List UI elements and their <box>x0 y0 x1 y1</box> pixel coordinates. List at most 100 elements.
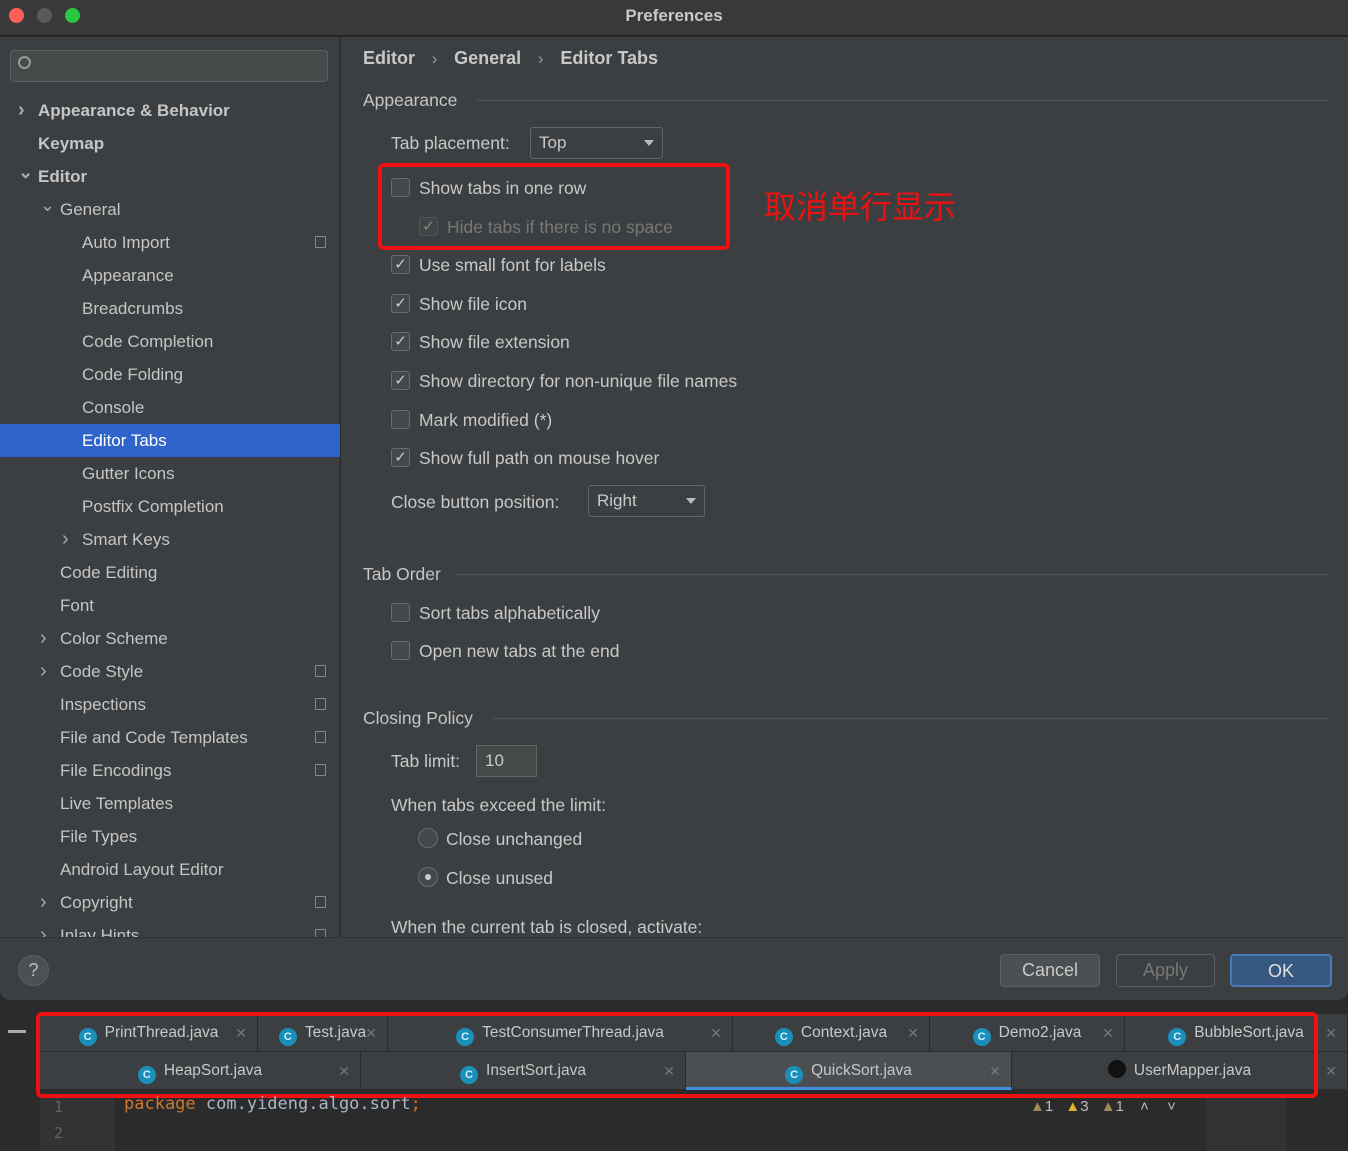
sidebar-item[interactable]: File Encodings <box>0 754 340 787</box>
breadcrumb-item[interactable]: Editor <box>363 48 415 68</box>
sidebar-item-label: File and Code Templates <box>60 728 248 747</box>
sidebar-item[interactable]: Breadcrumbs <box>0 292 340 325</box>
zoom-window-button[interactable] <box>65 8 80 23</box>
radio-close-unused[interactable]: Close unused <box>418 866 553 890</box>
annotation-box <box>36 1012 1318 1098</box>
checkbox-label: Show full path on mouse hover <box>419 448 660 468</box>
sidebar-item-label: Android Layout Editor <box>60 860 224 879</box>
sidebar-item[interactable]: › Code Style <box>0 655 340 688</box>
sidebar-item-label: Smart Keys <box>82 530 170 549</box>
sidebar-item-label: Color Scheme <box>60 629 168 648</box>
sidebar-item[interactable]: Postfix Completion <box>0 490 340 523</box>
checkbox-label: Open new tabs at the end <box>419 641 620 661</box>
option-checkbox[interactable]: ✓ Show directory for non-unique file name… <box>391 369 737 393</box>
sidebar-item[interactable]: Inspections <box>0 688 340 721</box>
chevron-down-icon[interactable]: ˅ <box>1167 1098 1176 1115</box>
help-button[interactable]: ? <box>18 955 49 986</box>
project-settings-icon <box>315 698 326 710</box>
option-checkbox[interactable]: Mark modified (*) <box>391 408 552 432</box>
sidebar-item[interactable]: Code Completion <box>0 325 340 358</box>
radio-label: Close unchanged <box>446 829 583 849</box>
checkbox-label: Show file icon <box>419 294 527 314</box>
sidebar-item[interactable]: File Types <box>0 820 340 853</box>
close-button-position-dropdown[interactable]: Right <box>588 485 705 517</box>
close-tab-icon[interactable]: ✕ <box>1325 1014 1337 1052</box>
chevron-right-icon[interactable]: › <box>40 622 47 655</box>
sidebar-item[interactable]: File and Code Templates <box>0 721 340 754</box>
chevron-right-icon[interactable]: › <box>40 886 47 919</box>
search-icon <box>18 56 31 69</box>
chevron-up-icon[interactable]: ˄ <box>1140 1098 1149 1115</box>
checkbox-label: Show directory for non-unique file names <box>419 371 738 391</box>
sidebar-item[interactable]: › Appearance & Behavior <box>0 94 340 127</box>
sidebar-item[interactable]: › Color Scheme <box>0 622 340 655</box>
sidebar-item-label: Editor Tabs <box>82 431 167 450</box>
sidebar-item[interactable]: Auto Import <box>0 226 340 259</box>
chevron-right-icon[interactable]: › <box>18 94 25 127</box>
sidebar-item[interactable]: Gutter Icons <box>0 457 340 490</box>
tab-limit-input[interactable]: 10 <box>476 745 537 777</box>
code-line[interactable]: package com.yideng.algo.sort; <box>124 1094 421 1114</box>
sidebar-item-label: General <box>60 200 121 219</box>
radio-close-unchanged[interactable]: Close unchanged <box>418 827 582 851</box>
option-checkbox[interactable]: ✓ Show full path on mouse hover <box>391 446 659 470</box>
inspection-widget[interactable]: ▲1 ▲3 ▲1 ˄ ˅ <box>1030 1098 1176 1115</box>
settings-search-input[interactable] <box>10 50 328 82</box>
editor-area: C PrintThread.java ✕ C Test.java ✕ C TestConsum… <box>0 1002 1348 1151</box>
checkbox[interactable]: ✓ <box>391 448 410 467</box>
project-settings-icon <box>315 665 326 677</box>
radio-button[interactable] <box>418 828 438 848</box>
sidebar-item[interactable]: ⌄ General <box>0 193 340 226</box>
sidebar-item-label: Gutter Icons <box>82 464 175 483</box>
checkbox[interactable]: ✓ <box>391 294 410 313</box>
option-checkbox[interactable]: Open new tabs at the end <box>391 639 619 663</box>
warning-count: 1 <box>1115 1098 1124 1115</box>
warning-count: 1 <box>1044 1098 1054 1115</box>
breadcrumb-item[interactable]: General <box>454 48 521 68</box>
cancel-button[interactable]: Cancel <box>1000 954 1100 987</box>
close-window-button[interactable] <box>9 8 24 23</box>
checkbox[interactable] <box>391 603 410 622</box>
option-checkbox[interactable]: Sort tabs alphabetically <box>391 601 600 625</box>
chevron-down-icon[interactable]: ⌄ <box>40 189 55 222</box>
checkbox[interactable]: ✓ <box>391 371 410 390</box>
sidebar-item[interactable]: Appearance <box>0 259 340 292</box>
close-button-position-label: Close button position: <box>391 492 560 512</box>
sidebar-item[interactable]: › Copyright <box>0 886 340 919</box>
sidebar-item[interactable]: Live Templates <box>0 787 340 820</box>
line-number: 1 <box>54 1098 64 1116</box>
code-text: com.yideng.algo.sort <box>195 1094 411 1114</box>
code-keyword: package <box>124 1094 196 1114</box>
sidebar-item[interactable]: Code Folding <box>0 358 340 391</box>
sidebar-item[interactable]: Code Editing <box>0 556 340 589</box>
minimize-window-button[interactable] <box>37 8 52 23</box>
tab-placement-dropdown[interactable]: Top <box>530 127 663 159</box>
sidebar-item[interactable]: Keymap <box>0 127 340 160</box>
checkbox-label: Mark modified (*) <box>419 410 553 430</box>
radio-button[interactable] <box>418 867 438 887</box>
checkbox-label: Show file extension <box>419 332 570 352</box>
chevron-right-icon[interactable]: › <box>40 655 47 688</box>
checkbox[interactable] <box>391 410 410 429</box>
close-tab-icon[interactable]: ✕ <box>1325 1052 1337 1090</box>
option-checkbox[interactable]: ✓ Show file icon <box>391 292 527 316</box>
sidebar-item[interactable]: Font <box>0 589 340 622</box>
sidebar-item[interactable]: Editor Tabs <box>0 424 340 457</box>
checkbox-label: Use small font for labels <box>419 255 606 275</box>
checkbox[interactable]: ✓ <box>391 255 410 274</box>
minimize-icon[interactable] <box>8 1030 26 1033</box>
sidebar-item[interactable]: › Smart Keys <box>0 523 340 556</box>
chevron-down-icon[interactable]: ⌄ <box>18 156 33 189</box>
option-checkbox[interactable]: ✓ Show file extension <box>391 330 570 354</box>
apply-button[interactable]: Apply <box>1116 954 1215 987</box>
checkbox[interactable]: ✓ <box>391 332 410 351</box>
checkbox[interactable] <box>391 641 410 660</box>
sidebar-item[interactable]: Android Layout Editor <box>0 853 340 886</box>
option-checkbox[interactable]: ✓ Use small font for labels <box>391 253 606 277</box>
sidebar-item-label: File Types <box>60 827 138 846</box>
chevron-right-icon[interactable]: › <box>62 523 69 556</box>
sidebar-item[interactable]: Console <box>0 391 340 424</box>
ok-button[interactable]: OK <box>1230 954 1332 987</box>
sidebar-item-label: Font <box>60 596 95 615</box>
warning-count: 3 <box>1080 1098 1089 1115</box>
